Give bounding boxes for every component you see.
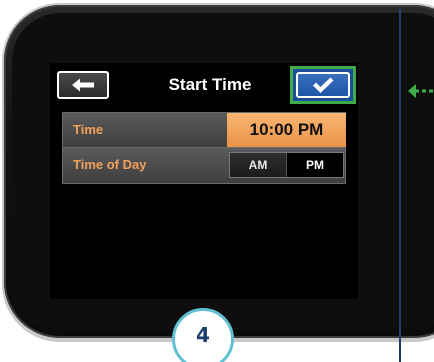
tutorial-figure: Start Time Time 10:00 PM Time of Day AM … (0, 0, 434, 362)
time-label: Time (73, 122, 104, 137)
step-number: 4 (196, 323, 210, 347)
divider-line (399, 8, 401, 362)
time-of-day-row: Time of Day AM PM (62, 148, 346, 184)
checkmark-icon (313, 77, 334, 93)
device-screen: Start Time Time 10:00 PM Time of Day AM … (50, 63, 358, 299)
confirm-highlight (290, 66, 356, 104)
step-badge: 4 (172, 308, 234, 362)
back-button[interactable] (57, 71, 109, 99)
am-pm-toggle: AM PM (229, 152, 344, 178)
pm-option[interactable]: PM (286, 153, 343, 177)
page-title: Start Time (168, 75, 252, 94)
settings-list: Time 10:00 PM Time of Day AM PM (62, 112, 346, 184)
arrow-left-icon (72, 78, 94, 92)
time-value-field[interactable]: 10:00 PM (227, 113, 346, 147)
confirm-button[interactable] (296, 72, 350, 98)
am-option[interactable]: AM (230, 153, 286, 177)
time-row: Time 10:00 PM (62, 112, 346, 148)
pointer-arrow-icon (408, 84, 433, 98)
time-of-day-label: Time of Day (73, 157, 147, 172)
